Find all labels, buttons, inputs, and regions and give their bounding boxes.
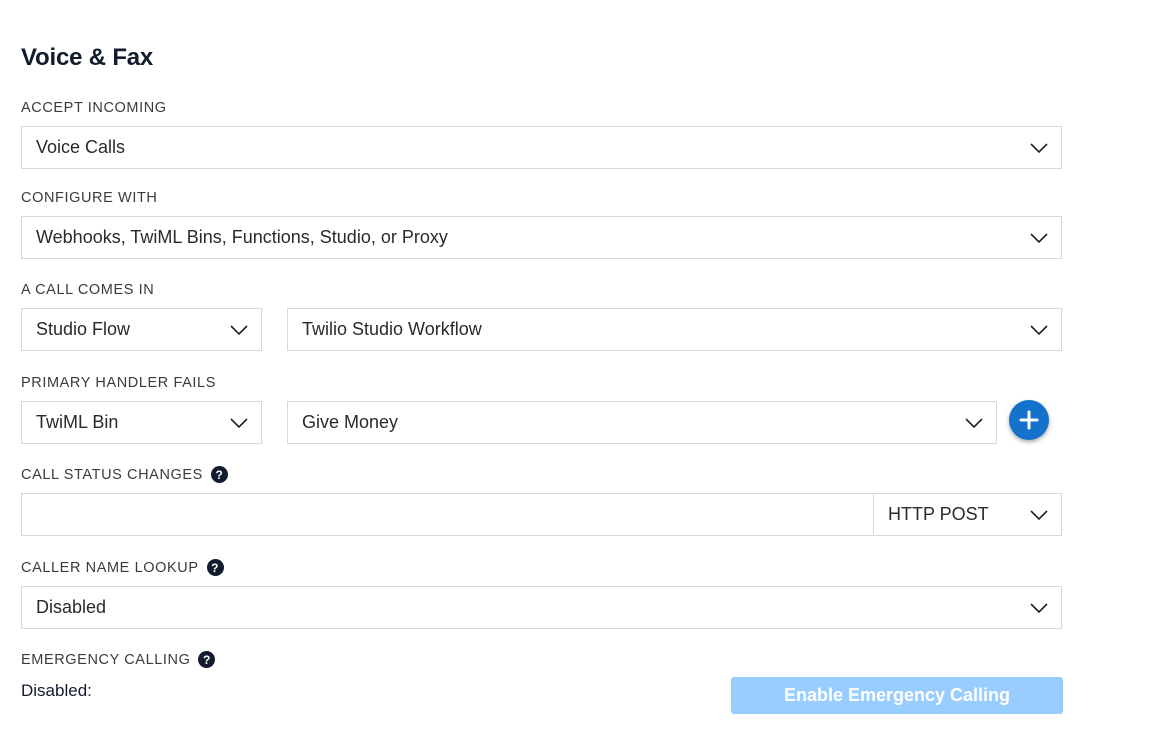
chevron-down-icon (1017, 127, 1061, 168)
chevron-down-icon (1017, 217, 1061, 258)
chevron-down-icon (952, 402, 996, 443)
emergency-calling-label: EMERGENCY CALLING ? (21, 651, 216, 668)
accept-incoming-value: Voice Calls (36, 137, 126, 157)
chevron-down-icon (1017, 587, 1061, 628)
call-comes-in-target-select[interactable]: Twilio Studio Workflow (287, 308, 1062, 351)
caller-name-lookup-label: CALLER NAME LOOKUP ? (21, 559, 224, 576)
accept-incoming-select[interactable]: Voice Calls (21, 126, 1062, 169)
configure-with-select[interactable]: Webhooks, TwiML Bins, Functions, Studio,… (21, 216, 1062, 259)
accept-incoming-label-text: ACCEPT INCOMING (21, 100, 167, 116)
call-status-changes-label: CALL STATUS CHANGES ? (21, 466, 228, 483)
status-callback-method-select[interactable]: HTTP POST (873, 493, 1062, 536)
chevron-down-icon (1017, 309, 1061, 350)
call-comes-in-label-text: A CALL COMES IN (21, 282, 155, 298)
configure-with-value: Webhooks, TwiML Bins, Functions, Studio,… (36, 227, 448, 247)
chevron-down-icon (217, 402, 261, 443)
caller-name-lookup-label-text: CALLER NAME LOOKUP (21, 559, 199, 576)
emergency-calling-label-text: EMERGENCY CALLING (21, 651, 191, 668)
chevron-down-icon (217, 309, 261, 350)
call-comes-in-target-value: Twilio Studio Workflow (302, 319, 482, 339)
call-status-changes-label-text: CALL STATUS CHANGES (21, 466, 203, 483)
plus-icon (1019, 410, 1039, 430)
add-twiml-bin-button[interactable] (1009, 400, 1049, 440)
status-callback-url-input[interactable] (21, 493, 874, 536)
primary-handler-fails-label-text: PRIMARY HANDLER FAILS (21, 375, 216, 391)
status-callback-method-value: HTTP POST (888, 504, 989, 524)
primary-handler-target-select[interactable]: Give Money (287, 401, 997, 444)
primary-handler-fails-label: PRIMARY HANDLER FAILS (21, 375, 216, 391)
call-comes-in-label: A CALL COMES IN (21, 282, 154, 298)
configure-with-label-text: CONFIGURE WITH (21, 190, 158, 206)
call-comes-in-type-value: Studio Flow (36, 319, 131, 339)
primary-handler-type-value: TwiML Bin (36, 412, 119, 432)
chevron-down-icon (1017, 494, 1061, 535)
primary-handler-target-value: Give Money (302, 412, 399, 432)
question-circle-icon[interactable]: ? (198, 651, 216, 668)
caller-name-lookup-select[interactable]: Disabled (21, 586, 1062, 629)
call-comes-in-type-select[interactable]: Studio Flow (21, 308, 262, 351)
enable-emergency-calling-button[interactable]: Enable Emergency Calling (731, 677, 1063, 714)
configure-with-label: CONFIGURE WITH (21, 190, 157, 206)
emergency-calling-status: Disabled: (21, 681, 92, 700)
section-title: Voice & Fax (21, 44, 154, 71)
question-circle-icon[interactable]: ? (210, 466, 228, 483)
primary-handler-type-select[interactable]: TwiML Bin (21, 401, 262, 444)
accept-incoming-label: ACCEPT INCOMING (21, 100, 167, 116)
question-circle-icon[interactable]: ? (206, 559, 224, 576)
caller-name-lookup-value: Disabled (36, 597, 107, 617)
